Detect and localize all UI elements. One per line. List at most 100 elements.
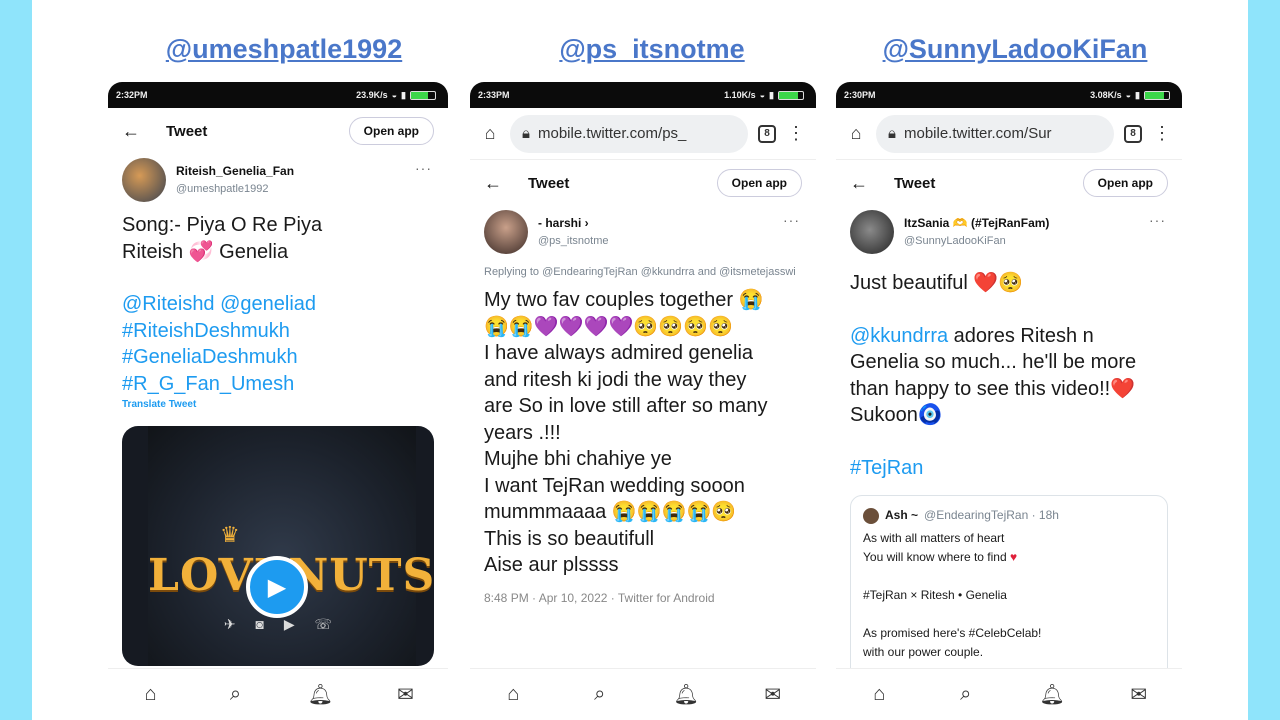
browser-menu-icon[interactable]: ⋮ bbox=[1152, 123, 1172, 144]
bottom-nav: ⌂ ⌕ 🔔︎ ✉ bbox=[470, 668, 816, 720]
status-time: 2:33PM bbox=[478, 90, 510, 100]
url-field[interactable]: 🔒︎ mobile.twitter.com/ps_ bbox=[510, 114, 748, 153]
avatar[interactable] bbox=[850, 210, 894, 254]
tweet-header: ← Tweet Open app bbox=[108, 108, 448, 154]
tweet-author: ItzSania 🫶 (#TejRanFam) @SunnyLadooKiFan… bbox=[836, 206, 1182, 258]
tweet-text: Song:- Piya O Re Piya Riteish 💞 Genelia … bbox=[108, 212, 448, 397]
author-name[interactable]: - harshi › bbox=[538, 216, 608, 230]
tweet-author: Riteish_Genelia_Fan @umeshpatle1992 ··· bbox=[108, 154, 448, 206]
browser-menu-icon[interactable]: ⋮ bbox=[786, 123, 806, 144]
translate-tweet-link[interactable]: Translate Tweet bbox=[108, 397, 448, 412]
author-handle[interactable]: @umeshpatle1992 bbox=[176, 183, 294, 195]
bell-icon[interactable]: 🔔︎ bbox=[671, 682, 701, 707]
status-bar: 2:32PM 23.9K/s ◒ ▮ bbox=[108, 82, 448, 108]
emoji: ♥ bbox=[1009, 550, 1018, 564]
tweet-line: Riteish 💞 Genelia bbox=[122, 239, 434, 266]
url-field[interactable]: 🔒︎ mobile.twitter.com/Sur bbox=[876, 114, 1114, 153]
browser-url-bar: ⌂ 🔒︎ mobile.twitter.com/ps_ 8 ⋮ bbox=[470, 108, 816, 160]
tweet-text: My two fav couples together 😭 😭😭💜💜💜💜🥺🥺🥺🥺… bbox=[470, 287, 816, 579]
tweet-line: Song:- Piya O Re Piya bbox=[122, 214, 323, 236]
more-options-icon[interactable]: ··· bbox=[415, 160, 432, 176]
page-canvas: @umeshpatle1992 2:32PM 23.9K/s ◒ ▮ ← Twe… bbox=[32, 0, 1248, 720]
text-part: Just beautiful bbox=[850, 272, 968, 294]
hashtag-link[interactable]: #R_G_Fan_Umesh bbox=[122, 371, 434, 398]
tabs-count-button[interactable]: 8 bbox=[758, 124, 776, 143]
tweet-header: ← Tweet Open app bbox=[470, 160, 816, 206]
social-icons: ✈ ◙ ▶ ☏ bbox=[223, 616, 341, 632]
bell-icon[interactable]: 🔔︎ bbox=[306, 682, 336, 707]
avatar[interactable] bbox=[484, 210, 528, 254]
back-arrow-icon[interactable]: ← bbox=[484, 173, 502, 194]
home-icon[interactable]: ⌂ bbox=[864, 683, 894, 706]
author-handle[interactable]: @SunnyLadooKiFan bbox=[904, 235, 1049, 247]
video-thumbnail: ♛ LOVENUTS ✈ ◙ ▶ ☏ bbox=[148, 426, 434, 666]
author-name[interactable]: ItzSania 🫶 (#TejRanFam) bbox=[904, 216, 1049, 230]
quoted-line: As with all matters of heart bbox=[863, 531, 1005, 545]
tweet-line: Mujhe bhi chahiye ye bbox=[484, 448, 672, 470]
tweet-line: years .!!! bbox=[484, 421, 561, 444]
quoted-tweet[interactable]: Ash ~ @EndearingTejRan · 18h As with all… bbox=[850, 495, 1168, 695]
status-bar: 2:33PM 1.10K/s ◒ ▮ bbox=[470, 82, 816, 108]
quoted-author: Ash ~ @EndearingTejRan · 18h bbox=[863, 506, 1155, 525]
network-speed: 23.9K/s bbox=[356, 90, 388, 100]
quoted-line: You will know where to find ♥ bbox=[863, 548, 1155, 567]
battery-icon bbox=[410, 90, 436, 100]
author-name[interactable]: Riteish_Genelia_Fan bbox=[176, 164, 294, 178]
mention-link[interactable]: @kkundrra bbox=[850, 325, 948, 347]
bottom-nav: ⌂ ⌕ 🔔︎ ✉ bbox=[836, 668, 1182, 720]
avatar bbox=[863, 507, 879, 524]
tweet-line: are So in love still after so many bbox=[484, 395, 768, 417]
tweet-header-title: Tweet bbox=[894, 174, 936, 192]
tweet-line: This is so beautifull bbox=[484, 527, 655, 550]
hashtag-link[interactable]: #TejRan bbox=[850, 455, 1168, 482]
phone-screenshot-1: 2:32PM 23.9K/s ◒ ▮ ← Tweet Open app Rite… bbox=[108, 82, 448, 720]
network-speed: 3.08K/s bbox=[1090, 90, 1122, 100]
hashtag-link[interactable]: #GeneliaDeshmukh bbox=[122, 344, 434, 371]
home-icon[interactable]: ⌂ bbox=[846, 123, 866, 144]
crown-icon: ♛ bbox=[220, 522, 240, 547]
quoted-line: #TejRan × Ritesh • Genelia bbox=[863, 588, 1007, 602]
tabs-count-button[interactable]: 8 bbox=[1124, 124, 1142, 143]
emoji: ❤️🥺 bbox=[973, 272, 1024, 294]
search-icon[interactable]: ⌕ bbox=[221, 683, 251, 706]
more-options-icon[interactable]: ··· bbox=[1149, 212, 1166, 228]
mention-link[interactable]: @Riteishd @geneliad bbox=[122, 291, 434, 318]
browser-url-bar: ⌂ 🔒︎ mobile.twitter.com/Sur 8 ⋮ bbox=[836, 108, 1182, 160]
avatar[interactable] bbox=[122, 158, 166, 202]
hashtag-link[interactable]: #RiteishDeshmukh bbox=[122, 318, 434, 345]
quoted-author-name: Ash ~ bbox=[885, 508, 919, 522]
bell-icon[interactable]: 🔔︎ bbox=[1037, 682, 1067, 707]
open-app-button[interactable]: Open app bbox=[1082, 169, 1168, 197]
tweet-author: - harshi › @ps_itsnotme ··· bbox=[470, 206, 816, 258]
column-2-handle: @ps_itsnotme bbox=[559, 34, 745, 64]
open-app-button[interactable]: Open app bbox=[348, 117, 434, 145]
home-icon[interactable]: ⌂ bbox=[136, 683, 166, 706]
status-bar: 2:30PM 3.08K/s ◒ ▮ bbox=[836, 82, 1182, 108]
quoted-line: As promised here's #CelebCelab! bbox=[863, 626, 1042, 640]
quoted-line: with our power couple. bbox=[863, 645, 984, 659]
search-icon[interactable]: ⌕ bbox=[585, 683, 615, 706]
replying-to[interactable]: Replying to @EndearingTejRan @kkundrra a… bbox=[470, 258, 816, 287]
home-icon[interactable]: ⌂ bbox=[498, 683, 528, 706]
home-icon[interactable]: ⌂ bbox=[480, 123, 500, 144]
signal-icon: ▮ bbox=[1135, 89, 1140, 100]
lock-icon: 🔒︎ bbox=[888, 125, 896, 142]
tweet-line: I have always admired genelia bbox=[484, 342, 754, 364]
tweet-line: and ritesh ki jodi the way they bbox=[484, 368, 747, 391]
mail-icon[interactable]: ✉ bbox=[1124, 682, 1154, 707]
tweet-header: ← Tweet Open app bbox=[836, 160, 1182, 206]
tweet-timestamp[interactable]: 8:48 PM · Apr 10, 2022 · Twitter for And… bbox=[470, 579, 816, 617]
wifi-icon: ◒ bbox=[391, 90, 398, 100]
open-app-button[interactable]: Open app bbox=[716, 169, 802, 197]
tweet-line: mummmaaaa 😭😭😭😭🥺 bbox=[484, 501, 737, 523]
author-handle[interactable]: @ps_itsnotme bbox=[538, 235, 608, 247]
mail-icon[interactable]: ✉ bbox=[758, 682, 788, 707]
tweet-header-title: Tweet bbox=[166, 122, 208, 140]
more-options-icon[interactable]: ··· bbox=[783, 212, 800, 228]
mail-icon[interactable]: ✉ bbox=[391, 682, 421, 707]
video-player[interactable]: ♛ LOVENUTS ✈ ◙ ▶ ☏ ▶ bbox=[122, 426, 434, 666]
back-arrow-icon[interactable]: ← bbox=[122, 121, 140, 142]
search-icon[interactable]: ⌕ bbox=[951, 683, 981, 706]
back-arrow-icon[interactable]: ← bbox=[850, 173, 868, 194]
play-icon[interactable]: ▶ bbox=[246, 556, 308, 618]
